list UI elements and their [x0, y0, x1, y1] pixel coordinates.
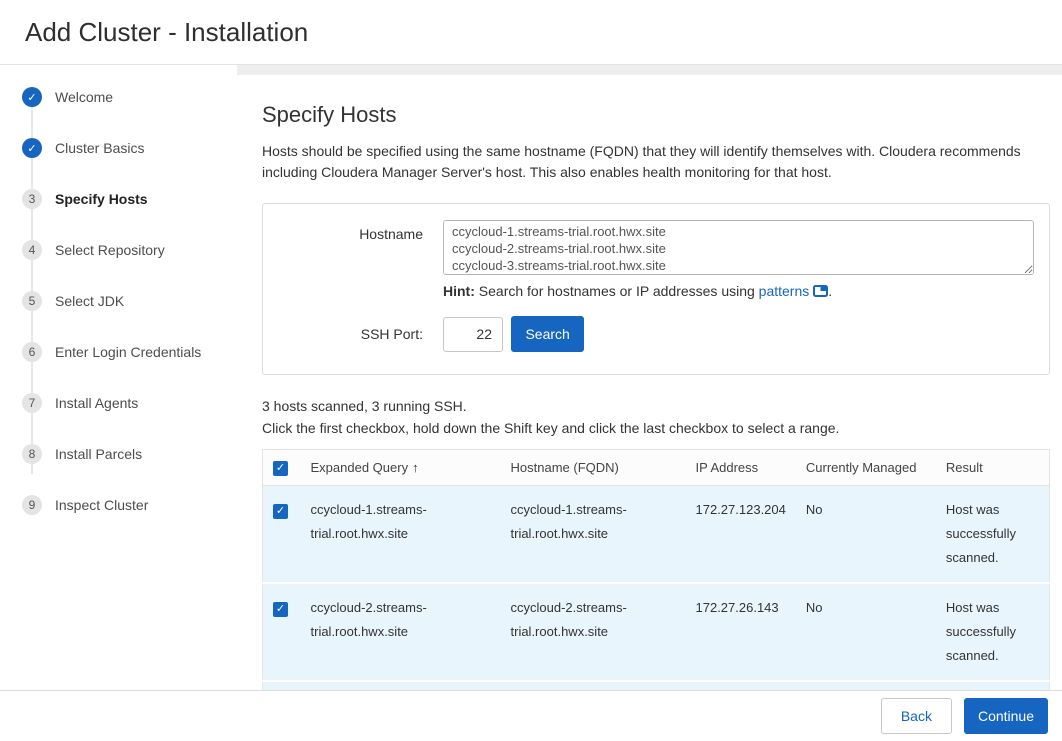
wizard-step-install-parcels[interactable]: 8 Install Parcels — [22, 444, 237, 464]
column-header-hostname[interactable]: Hostname (FQDN) — [501, 450, 686, 486]
row-checkbox[interactable]: ✓ — [273, 504, 288, 519]
ssh-port-input[interactable] — [443, 317, 503, 352]
step-indicator: 3 — [22, 189, 42, 209]
cell-currently-managed: No — [796, 486, 936, 584]
hint-text: Search for hostnames or IP addresses usi… — [475, 283, 759, 299]
column-header-currently-managed[interactable]: Currently Managed — [796, 450, 936, 486]
page-header: Add Cluster - Installation — [0, 0, 1062, 65]
step-indicator: 7 — [22, 393, 42, 413]
step-label: Select JDK — [55, 293, 124, 309]
back-button[interactable]: Back — [881, 698, 952, 734]
table-row: ✓ ccycloud-1.streams-trial.root.hwx.site… — [263, 486, 1050, 584]
scan-summary: 3 hosts scanned, 3 running SSH. — [262, 395, 1050, 417]
hostname-row: Hostname ccycloud-1.streams-trial.root.h… — [263, 220, 1034, 275]
table-row: ✓ ccycloud-2.streams-trial.root.hwx.site… — [263, 583, 1050, 681]
wizard-step-select-jdk[interactable]: 5 Select JDK — [22, 291, 237, 311]
hostname-input[interactable]: ccycloud-1.streams-trial.root.hwx.site c… — [443, 220, 1034, 275]
wizard-sidebar: ✓ Welcome ✓ Cluster Basics 3 Specify Hos… — [0, 65, 237, 741]
host-search-form: Hostname ccycloud-1.streams-trial.root.h… — [262, 203, 1050, 375]
content-area: Specify Hosts Hosts should be specified … — [237, 102, 1062, 741]
patterns-link[interactable]: patterns — [759, 283, 810, 299]
cell-currently-managed: No — [796, 583, 936, 681]
page-title: Add Cluster - Installation — [25, 17, 308, 48]
content-top-strip — [237, 65, 1062, 75]
cell-result: Host was successfully scanned. — [936, 583, 1050, 681]
main-content: Specify Hosts Hosts should be specified … — [237, 65, 1062, 741]
ssh-port-label: SSH Port: — [263, 326, 443, 342]
step-indicator: 5 — [22, 291, 42, 311]
cell-result: Host was successfully scanned. — [936, 486, 1050, 584]
step-indicator: 8 — [22, 444, 42, 464]
step-label: Cluster Basics — [55, 140, 144, 156]
step-label: Select Repository — [55, 242, 165, 258]
column-header-ip-address[interactable]: IP Address — [686, 450, 796, 486]
ssh-port-row: SSH Port: Search — [263, 316, 1034, 352]
cell-expanded-query: ccycloud-2.streams-trial.root.hwx.site — [301, 583, 501, 681]
step-label: Install Agents — [55, 395, 138, 411]
step-indicator: 9 — [22, 495, 42, 515]
select-all-checkbox[interactable]: ✓ — [273, 461, 288, 476]
step-label: Inspect Cluster — [55, 497, 148, 513]
hint-label: Hint: — [443, 283, 475, 299]
cell-ip-address: 172.27.123.204 — [686, 486, 796, 584]
cell-hostname: ccycloud-1.streams-trial.root.hwx.site — [501, 486, 686, 584]
cell-hostname: ccycloud-2.streams-trial.root.hwx.site — [501, 583, 686, 681]
continue-button[interactable]: Continue — [964, 698, 1048, 734]
wizard-steps: ✓ Welcome ✓ Cluster Basics 3 Specify Hos… — [22, 87, 237, 515]
column-header-result[interactable]: Result — [936, 450, 1050, 486]
hostname-hint: Hint: Search for hostnames or IP address… — [443, 283, 1034, 300]
step-label: Specify Hosts — [55, 191, 148, 207]
cell-expanded-query: ccycloud-1.streams-trial.root.hwx.site — [301, 486, 501, 584]
column-header-expanded-query[interactable]: Expanded Query↑ — [301, 450, 501, 486]
step-check-icon: ✓ — [22, 138, 42, 158]
wizard-layout: ✓ Welcome ✓ Cluster Basics 3 Specify Hos… — [0, 65, 1062, 741]
wizard-footer: Back Continue — [0, 690, 1062, 741]
row-checkbox[interactable]: ✓ — [273, 602, 288, 617]
wizard-step-enter-login-credentials[interactable]: 6 Enter Login Credentials — [22, 342, 237, 362]
wizard-step-welcome[interactable]: ✓ Welcome — [22, 87, 237, 107]
external-link-icon[interactable] — [813, 284, 828, 300]
ssh-port-controls: Search — [443, 316, 584, 352]
wizard-step-cluster-basics[interactable]: ✓ Cluster Basics — [22, 138, 237, 158]
table-header-row: ✓ Expanded Query↑ Hostname (FQDN) IP Add… — [263, 450, 1050, 486]
step-indicator: 6 — [22, 342, 42, 362]
section-description: Hosts should be specified using the same… — [262, 141, 1032, 183]
wizard-step-inspect-cluster[interactable]: 9 Inspect Cluster — [22, 495, 237, 515]
hint-suffix: . — [828, 283, 832, 299]
scan-help: Click the first checkbox, hold down the … — [262, 417, 1050, 439]
step-label: Install Parcels — [55, 446, 142, 462]
sort-ascending-icon: ↑ — [412, 460, 419, 475]
wizard-step-specify-hosts[interactable]: 3 Specify Hosts — [22, 189, 237, 209]
cell-ip-address: 172.27.26.143 — [686, 583, 796, 681]
wizard-step-select-repository[interactable]: 4 Select Repository — [22, 240, 237, 260]
search-button[interactable]: Search — [511, 316, 583, 352]
section-title: Specify Hosts — [262, 102, 1050, 128]
step-check-icon: ✓ — [22, 87, 42, 107]
step-label: Welcome — [55, 89, 113, 105]
hostname-label: Hostname — [263, 220, 443, 275]
step-label: Enter Login Credentials — [55, 344, 201, 360]
step-indicator: 4 — [22, 240, 42, 260]
wizard-step-install-agents[interactable]: 7 Install Agents — [22, 393, 237, 413]
